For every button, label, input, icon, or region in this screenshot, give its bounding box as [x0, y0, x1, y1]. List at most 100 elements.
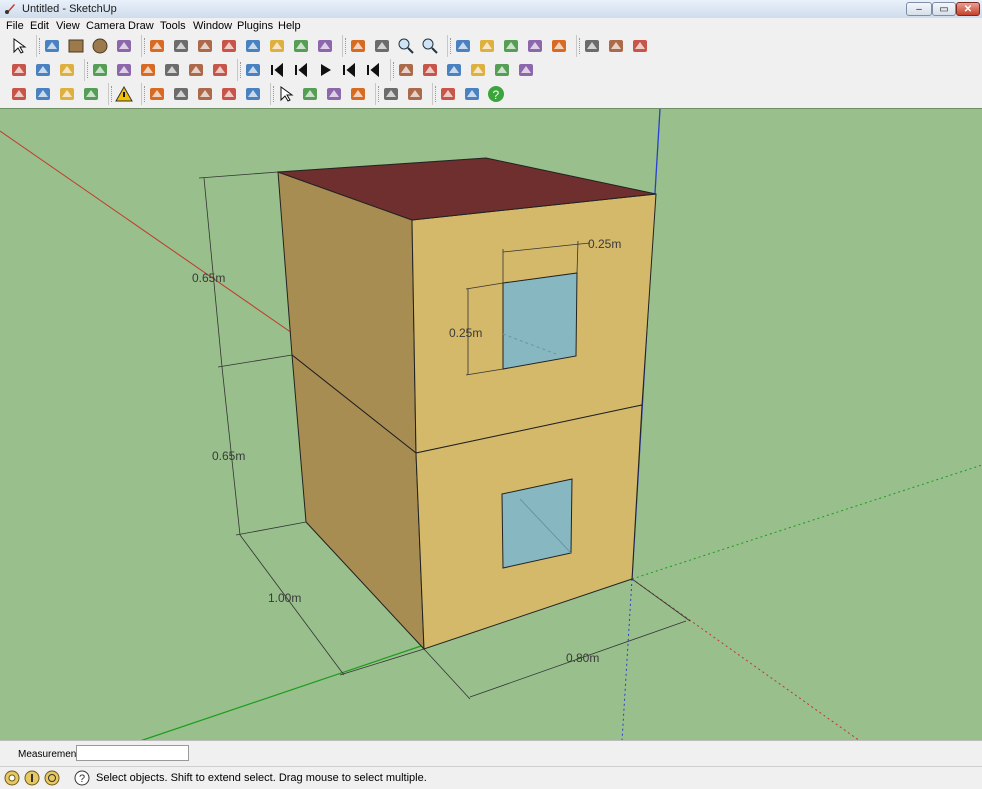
- position-camera-icon[interactable]: [502, 37, 520, 55]
- menu-camera[interactable]: Camera: [86, 20, 125, 32]
- last-scene-icon[interactable]: [364, 61, 382, 79]
- target-icon[interactable]: [220, 85, 238, 103]
- menu-draw[interactable]: Draw: [128, 20, 154, 32]
- arc-icon[interactable]: [115, 37, 133, 55]
- house-shaded-icon[interactable]: [91, 61, 109, 79]
- share-model-icon[interactable]: [34, 85, 52, 103]
- styles-icon[interactable]: [163, 61, 181, 79]
- house-mono-icon[interactable]: [139, 61, 157, 79]
- pencil-icon[interactable]: [43, 37, 61, 55]
- sandbox-icon[interactable]: [172, 85, 190, 103]
- iso-view-icon[interactable]: [10, 61, 28, 79]
- select-icon[interactable]: [10, 37, 28, 55]
- move-icon[interactable]: [244, 37, 262, 55]
- measurements-input[interactable]: [76, 745, 189, 761]
- paint-bucket-icon[interactable]: [196, 37, 214, 55]
- eraser-icon[interactable]: [172, 37, 190, 55]
- toolbar-separator[interactable]: [342, 35, 346, 57]
- minimize-button[interactable]: –: [906, 2, 932, 16]
- first-scene-icon[interactable]: [268, 61, 286, 79]
- user-icon[interactable]: [44, 770, 60, 786]
- menu-tools[interactable]: Tools: [160, 20, 186, 32]
- top-view-icon[interactable]: [34, 61, 52, 79]
- text-icon[interactable]: [469, 61, 487, 79]
- 3d-text-icon[interactable]: [517, 61, 535, 79]
- toolbar-separator[interactable]: [141, 83, 145, 105]
- toolbar-separator[interactable]: [108, 83, 112, 105]
- plugin-icon[interactable]: [196, 85, 214, 103]
- toolbar-separator[interactable]: [237, 59, 241, 81]
- select-tool-icon[interactable]: [277, 85, 295, 103]
- export-icon[interactable]: [82, 85, 100, 103]
- play-icon[interactable]: [316, 61, 334, 79]
- prev-scene-icon[interactable]: [292, 61, 310, 79]
- house-texture-icon[interactable]: [115, 61, 133, 79]
- grid-icon[interactable]: [244, 85, 262, 103]
- menu-help[interactable]: Help: [278, 20, 301, 32]
- lower-window[interactable]: [501, 478, 573, 569]
- menu-window[interactable]: Window: [193, 20, 232, 32]
- wrench-icon[interactable]: [406, 85, 424, 103]
- colors-icon[interactable]: [211, 61, 229, 79]
- toolbar-separator[interactable]: [270, 83, 274, 105]
- scale-icon[interactable]: [292, 37, 310, 55]
- materials-icon[interactable]: [607, 37, 625, 55]
- push-pull-icon[interactable]: [148, 37, 166, 55]
- dim-lower-height[interactable]: 0.65m: [212, 449, 245, 463]
- front-view-icon[interactable]: [58, 61, 76, 79]
- toolbar-separator[interactable]: [375, 83, 379, 105]
- globe-icon[interactable]: [463, 85, 481, 103]
- pan-icon[interactable]: [373, 37, 391, 55]
- dimension-icon[interactable]: [397, 61, 415, 79]
- toolbar-separator[interactable]: [36, 35, 40, 57]
- solid-icon[interactable]: [148, 85, 166, 103]
- dim-upper-height[interactable]: 0.65m: [192, 271, 225, 285]
- toolbar-separator[interactable]: [141, 35, 145, 57]
- help-icon[interactable]: ?: [487, 85, 505, 103]
- next-scene-icon[interactable]: [340, 61, 358, 79]
- animation-icon[interactable]: [244, 61, 262, 79]
- menu-plugins[interactable]: Plugins: [237, 20, 273, 32]
- warning-icon[interactable]: [115, 85, 133, 103]
- credits-icon[interactable]: [24, 770, 40, 786]
- upper-window[interactable]: [502, 272, 578, 370]
- warehouse-icon[interactable]: [478, 37, 496, 55]
- instructor-help-icon[interactable]: ?: [74, 770, 90, 786]
- components-icon[interactable]: [583, 37, 601, 55]
- follow-me-icon[interactable]: [316, 37, 334, 55]
- close-button[interactable]: ✕: [956, 2, 980, 16]
- tape-measure-icon[interactable]: [220, 37, 238, 55]
- dim-width[interactable]: 0.80m: [566, 651, 599, 665]
- get-models-icon[interactable]: [10, 85, 28, 103]
- model-info-icon[interactable]: [631, 37, 649, 55]
- section-icon[interactable]: [454, 37, 472, 55]
- walk-icon[interactable]: [526, 37, 544, 55]
- look-around-icon[interactable]: [550, 37, 568, 55]
- dim-window-height[interactable]: 0.25m: [449, 326, 482, 340]
- axes-icon[interactable]: [421, 61, 439, 79]
- layers-icon[interactable]: [187, 61, 205, 79]
- swap-icon[interactable]: [382, 85, 400, 103]
- geo-location-icon[interactable]: [4, 770, 20, 786]
- toolbar-separator[interactable]: [432, 83, 436, 105]
- zoom-icon[interactable]: [397, 37, 415, 55]
- 3d-axes-icon[interactable]: [493, 61, 511, 79]
- binoculars-icon[interactable]: [349, 85, 367, 103]
- toolbar-separator[interactable]: [390, 59, 394, 81]
- menu-file[interactable]: File: [6, 20, 24, 32]
- dim-depth[interactable]: 1.00m: [268, 591, 301, 605]
- maximize-button[interactable]: ▭: [932, 2, 956, 16]
- fog-icon[interactable]: [325, 85, 343, 103]
- shadow-icon[interactable]: [301, 85, 319, 103]
- toolbar-separator[interactable]: [576, 35, 580, 57]
- protractor-icon[interactable]: [445, 61, 463, 79]
- rectangle-icon[interactable]: [67, 37, 85, 55]
- toolbar-separator[interactable]: [447, 35, 451, 57]
- zoom-extents-icon[interactable]: [421, 37, 439, 55]
- orbit-icon[interactable]: [349, 37, 367, 55]
- menu-view[interactable]: View: [56, 20, 80, 32]
- dim-window-width[interactable]: 0.25m: [588, 237, 621, 251]
- menu-edit[interactable]: Edit: [30, 20, 49, 32]
- model-canvas[interactable]: 0.65m 0.65m 1.00m 0.80m 0.25m 0.25m: [0, 109, 982, 741]
- photo-icon[interactable]: [58, 85, 76, 103]
